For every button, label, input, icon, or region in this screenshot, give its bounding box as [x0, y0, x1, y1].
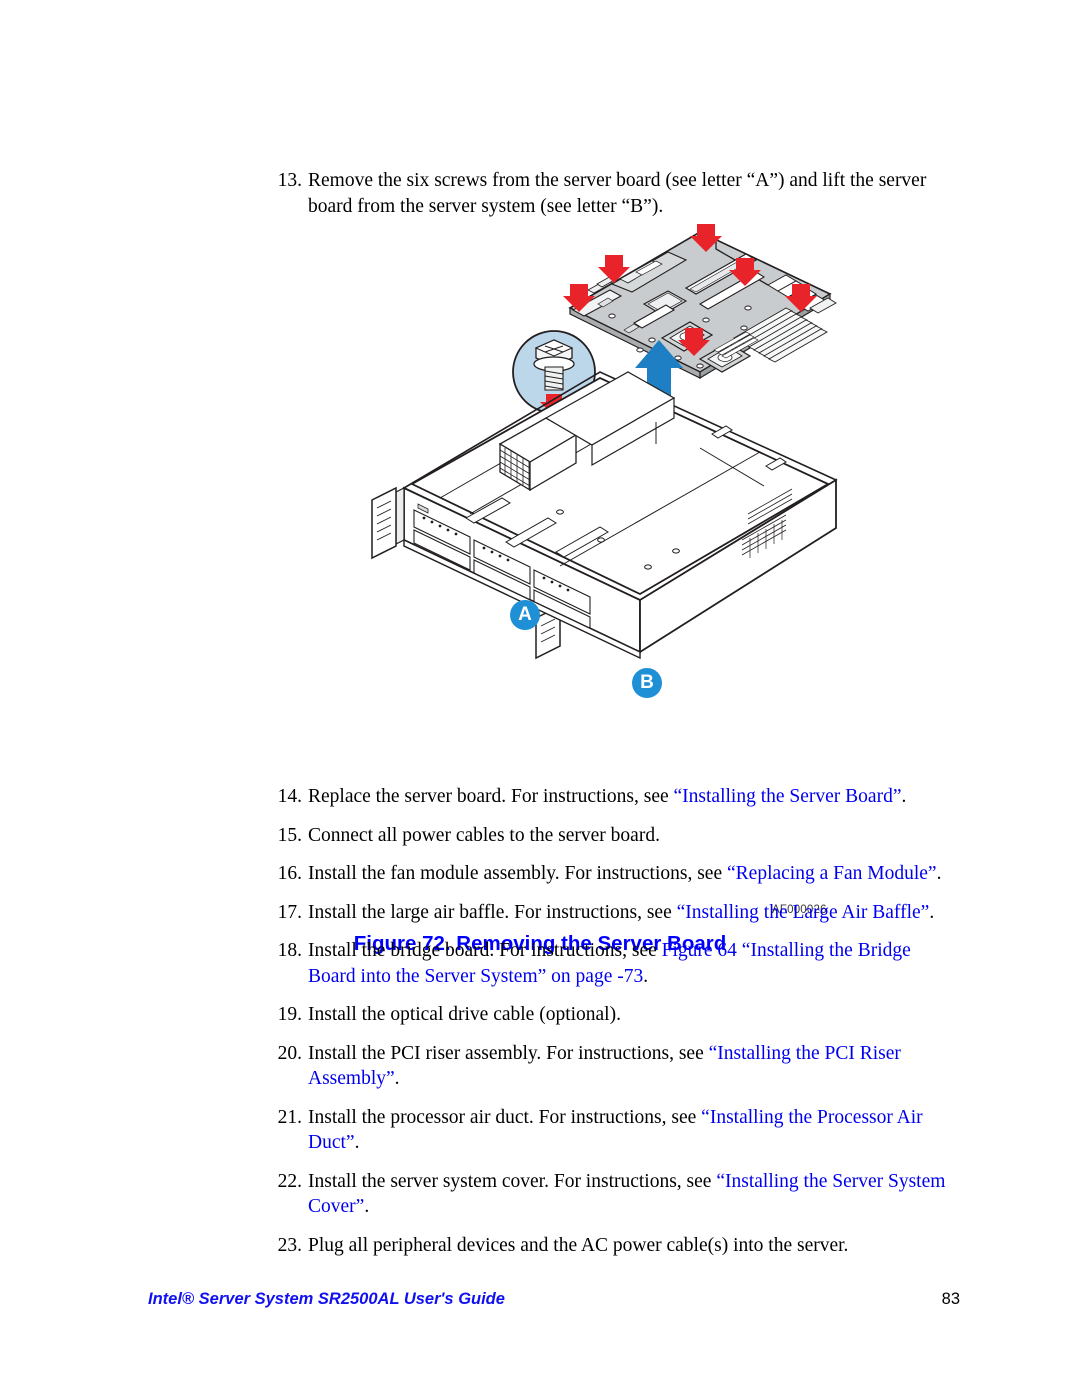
text-run: Install the processor air duct. For inst… [308, 1106, 702, 1128]
text-run: Plug all peripheral devices and the AC p… [308, 1234, 849, 1256]
text-run: Install the optical drive cable (optiona… [308, 1004, 621, 1025]
list-item: 23. Plug all peripheral devices and the A… [272, 1233, 962, 1259]
list-item-number: 18. [277, 940, 302, 961]
list-item-text: Install the optical drive cable (optiona… [308, 1002, 962, 1028]
list-item-text: Install the processor air duct. For inst… [308, 1105, 962, 1156]
list-item: 20. Install the PCI riser assembly. For i… [272, 1041, 962, 1092]
text-run: Replace the server board. For instructio… [308, 786, 674, 807]
list-item-text: Install the PCI riser assembly. For inst… [308, 1041, 962, 1092]
list-item: 21. Install the processor air duct. For i… [272, 1105, 962, 1156]
list-item: 17. Install the large air baffle. For ins… [272, 900, 962, 926]
text-run: . [394, 1068, 400, 1089]
text-run: . [929, 901, 935, 923]
text-run: . [643, 965, 649, 987]
text-run: . [364, 1196, 370, 1217]
list-item-text: Remove the six screws from the server bo… [308, 168, 962, 219]
page-footer: Intel® Server System SR2500AL User's Gui… [148, 1290, 960, 1314]
list-item: 16. Install the fan module assembly. For … [272, 861, 962, 887]
list-item-number: 20. [277, 1042, 302, 1064]
list-item-number: 14. [277, 786, 302, 807]
list-item: 14. Replace the server board. For instruc… [272, 784, 962, 810]
list-item-text: Connect all power cables to the server b… [308, 823, 962, 849]
text-run: . [354, 1132, 360, 1153]
list-item-number: 13. [277, 170, 302, 191]
figure-artwork: A B [0, 222, 1080, 698]
list-item-number: 19. [277, 1004, 302, 1025]
list-item-number: 21. [277, 1106, 302, 1128]
step-list-bottom: 14. Replace the server board. For instruc… [272, 784, 962, 1258]
list-item-number: 23. [277, 1234, 302, 1256]
text-run: . [901, 786, 907, 807]
list-item-number: 22. [277, 1170, 302, 1192]
text-run: Install the PCI riser assembly. For inst… [308, 1042, 709, 1064]
list-item-text: Install the server system cover. For ins… [308, 1169, 962, 1220]
cross-reference-link[interactable]: “Installing the Server Board” [674, 786, 902, 807]
text-run: Install the bridge board. For instructio… [308, 940, 662, 961]
figure-removing-the-server-board: A B AF000026 Figure 72. Removing the Ser… [0, 222, 1080, 955]
text-run: Install the fan module assembly. For ins… [308, 863, 727, 884]
step-list-top: 13. Remove the six screws from the server… [272, 168, 962, 219]
list-item: 22. Install the server system cover. For … [272, 1169, 962, 1220]
list-item-text: Install the large air baffle. For instru… [308, 900, 962, 926]
list-item: 19. Install the optical drive cable (opti… [272, 1002, 962, 1028]
list-item: 18. Install the bridge board. For instruc… [272, 938, 962, 989]
list-item: 15. Connect all power cables to the serve… [272, 823, 962, 849]
callout-badge-a: A [510, 600, 540, 630]
list-item-number: 15. [277, 824, 302, 846]
list-item-text: Install the fan module assembly. For ins… [308, 861, 962, 887]
cross-reference-link[interactable]: “Replacing a Fan Module” [727, 863, 937, 884]
list-item: 13. Remove the six screws from the server… [272, 168, 962, 219]
list-item-text: Replace the server board. For instructio… [308, 784, 962, 810]
document-page: 13. Remove the six screws from the server… [0, 0, 1080, 1397]
text-run: . [936, 863, 942, 884]
text-run: Install the server system cover. For ins… [308, 1170, 717, 1192]
footer-document-title: Intel® Server System SR2500AL User's Gui… [148, 1290, 505, 1308]
text-run: Install the large air baffle. For instru… [308, 901, 677, 923]
text-run: Connect all power cables to the server b… [308, 824, 660, 846]
server-board-removal-illustration [371, 224, 838, 660]
list-item-text: Plug all peripheral devices and the AC p… [308, 1233, 962, 1259]
footer-page-number: 83 [941, 1290, 960, 1308]
list-item-number: 17. [277, 901, 302, 923]
callout-badge-b: B [632, 668, 662, 698]
list-item-text: Install the bridge board. For instructio… [308, 938, 962, 989]
text-run: Remove the six screws from the server bo… [308, 170, 927, 217]
list-item-number: 16. [277, 863, 302, 884]
cross-reference-link[interactable]: “Installing the Large Air Baffle” [677, 902, 930, 923]
